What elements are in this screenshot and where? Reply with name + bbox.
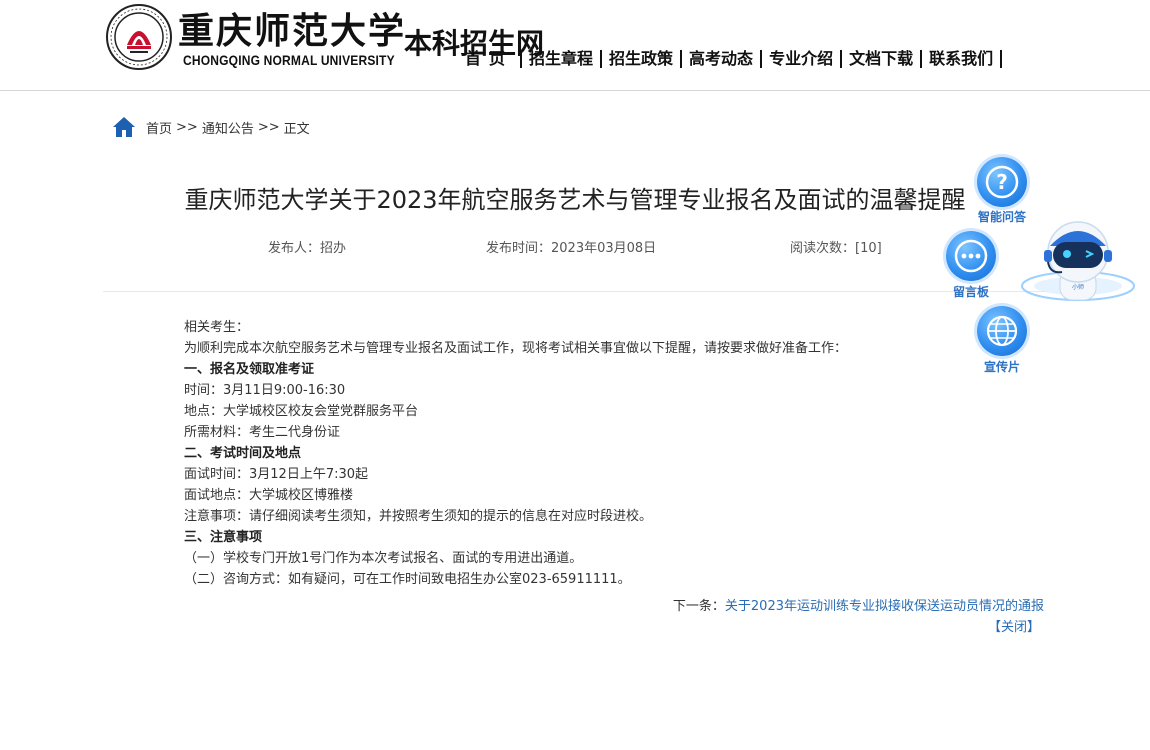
article-paragraph: （二）咨询方式：如有疑问，可在工作时间致电招生办公室023-65911111。 <box>184 572 631 587</box>
nav-separator <box>1000 50 1003 68</box>
article-paragraph: 注意事项：请仔细阅读考生须知，并按照考生须知的提示的信息在对应时段进校。 <box>184 509 653 524</box>
close-link[interactable]: 【关闭】 <box>988 616 1040 635</box>
article-paragraph: 所需材料：考生二代身份证 <box>184 425 341 440</box>
robot-badge: 小师 <box>1072 283 1084 291</box>
nav-item-majors[interactable]: 专业介绍 <box>762 48 840 70</box>
robot-icon[interactable]: 小师 <box>1020 212 1138 316</box>
article-paragraph: 时间：3月11日9:00-16:30 <box>184 383 346 398</box>
article-section-heading: 三、注意事项 <box>184 530 263 545</box>
divider <box>103 291 1047 292</box>
nav-item-contact[interactable]: 联系我们 <box>922 48 1000 70</box>
message-board-label[interactable]: 留言板 <box>953 283 989 300</box>
article-title: 重庆师范大学关于2023年航空服务艺术与管理专业报名及面试的温馨提醒 <box>184 186 966 214</box>
nav-item-exam-news[interactable]: 高考动态 <box>682 48 760 70</box>
main-nav: 首页 招生章程 招生政策 高考动态 专业介绍 文档下载 联系我们 <box>455 47 1003 71</box>
nav-item-downloads[interactable]: 文档下载 <box>842 48 920 70</box>
nav-item-regulations[interactable]: 招生章程 <box>522 48 600 70</box>
breadcrumb: 首页 >> 通知公告 >> 正文 <box>112 116 310 138</box>
chat-dots-icon <box>954 239 988 273</box>
logo-english-name: CHONGQING NORMAL UNIVERSITY <box>183 52 395 68</box>
promo-video-label[interactable]: 宣传片 <box>984 358 1020 375</box>
logo-chinese-name: 重庆师范大学 <box>178 10 407 52</box>
article-author: 发布人：招办 <box>268 241 347 256</box>
smart-qa-label[interactable]: 智能问答 <box>978 208 1026 225</box>
article-view-count: 阅读次数：[10] <box>790 241 882 256</box>
svg-text:?: ? <box>996 170 1008 194</box>
nav-item-policy[interactable]: 招生政策 <box>602 48 680 70</box>
breadcrumb-home[interactable]: 首页 <box>146 118 172 137</box>
site-header: 重庆师范大学 CHONGQING NORMAL UNIVERSITY 本科招生网… <box>0 0 1150 91</box>
smart-qa-button[interactable]: ? <box>977 157 1027 207</box>
article-paragraph: 地点：大学城校区校友会堂党群服务平台 <box>184 404 419 419</box>
message-board-button[interactable] <box>946 231 996 281</box>
breadcrumb-notices[interactable]: 通知公告 <box>202 118 254 137</box>
article-paragraph: 相关考生： <box>184 320 250 335</box>
article-paragraph: （一）学校专门开放1号门作为本次考试报名、面试的专用进出通道。 <box>184 551 583 566</box>
article-section-heading: 一、报名及领取准考证 <box>184 362 315 377</box>
question-icon: ? <box>985 165 1019 199</box>
breadcrumb-current: 正文 <box>283 121 310 137</box>
university-seal-icon[interactable] <box>105 3 173 71</box>
breadcrumb-separator: >> <box>257 119 280 135</box>
article-paragraph: 为顺利完成本次航空服务艺术与管理专业报名及面试工作，现将考试相关事宜做以下提醒，… <box>184 341 848 356</box>
breadcrumb-separator: >> <box>176 119 198 135</box>
next-article-link[interactable]: 关于2023年运动训练专业拟接收保送运动员情况的通报 <box>725 599 1044 614</box>
article-publish-time: 发布时间：2023年03月08日 <box>486 241 657 256</box>
article-body: 相关考生： 为顺利完成本次航空服务艺术与管理专业报名及面试工作，现将考试相关事宜… <box>184 317 1044 590</box>
article-section-heading: 二、考试时间及地点 <box>184 446 302 461</box>
next-article: 下一条：关于2023年运动训练专业拟接收保送运动员情况的通报 <box>673 595 1044 614</box>
home-icon[interactable] <box>112 116 136 138</box>
article-paragraph: 面试地点：大学城校区博雅楼 <box>184 488 354 503</box>
next-article-prefix: 下一条： <box>672 599 725 614</box>
nav-item-home[interactable]: 首页 <box>455 48 520 70</box>
article-paragraph: 面试时间：3月12日上午7:30起 <box>184 467 369 482</box>
